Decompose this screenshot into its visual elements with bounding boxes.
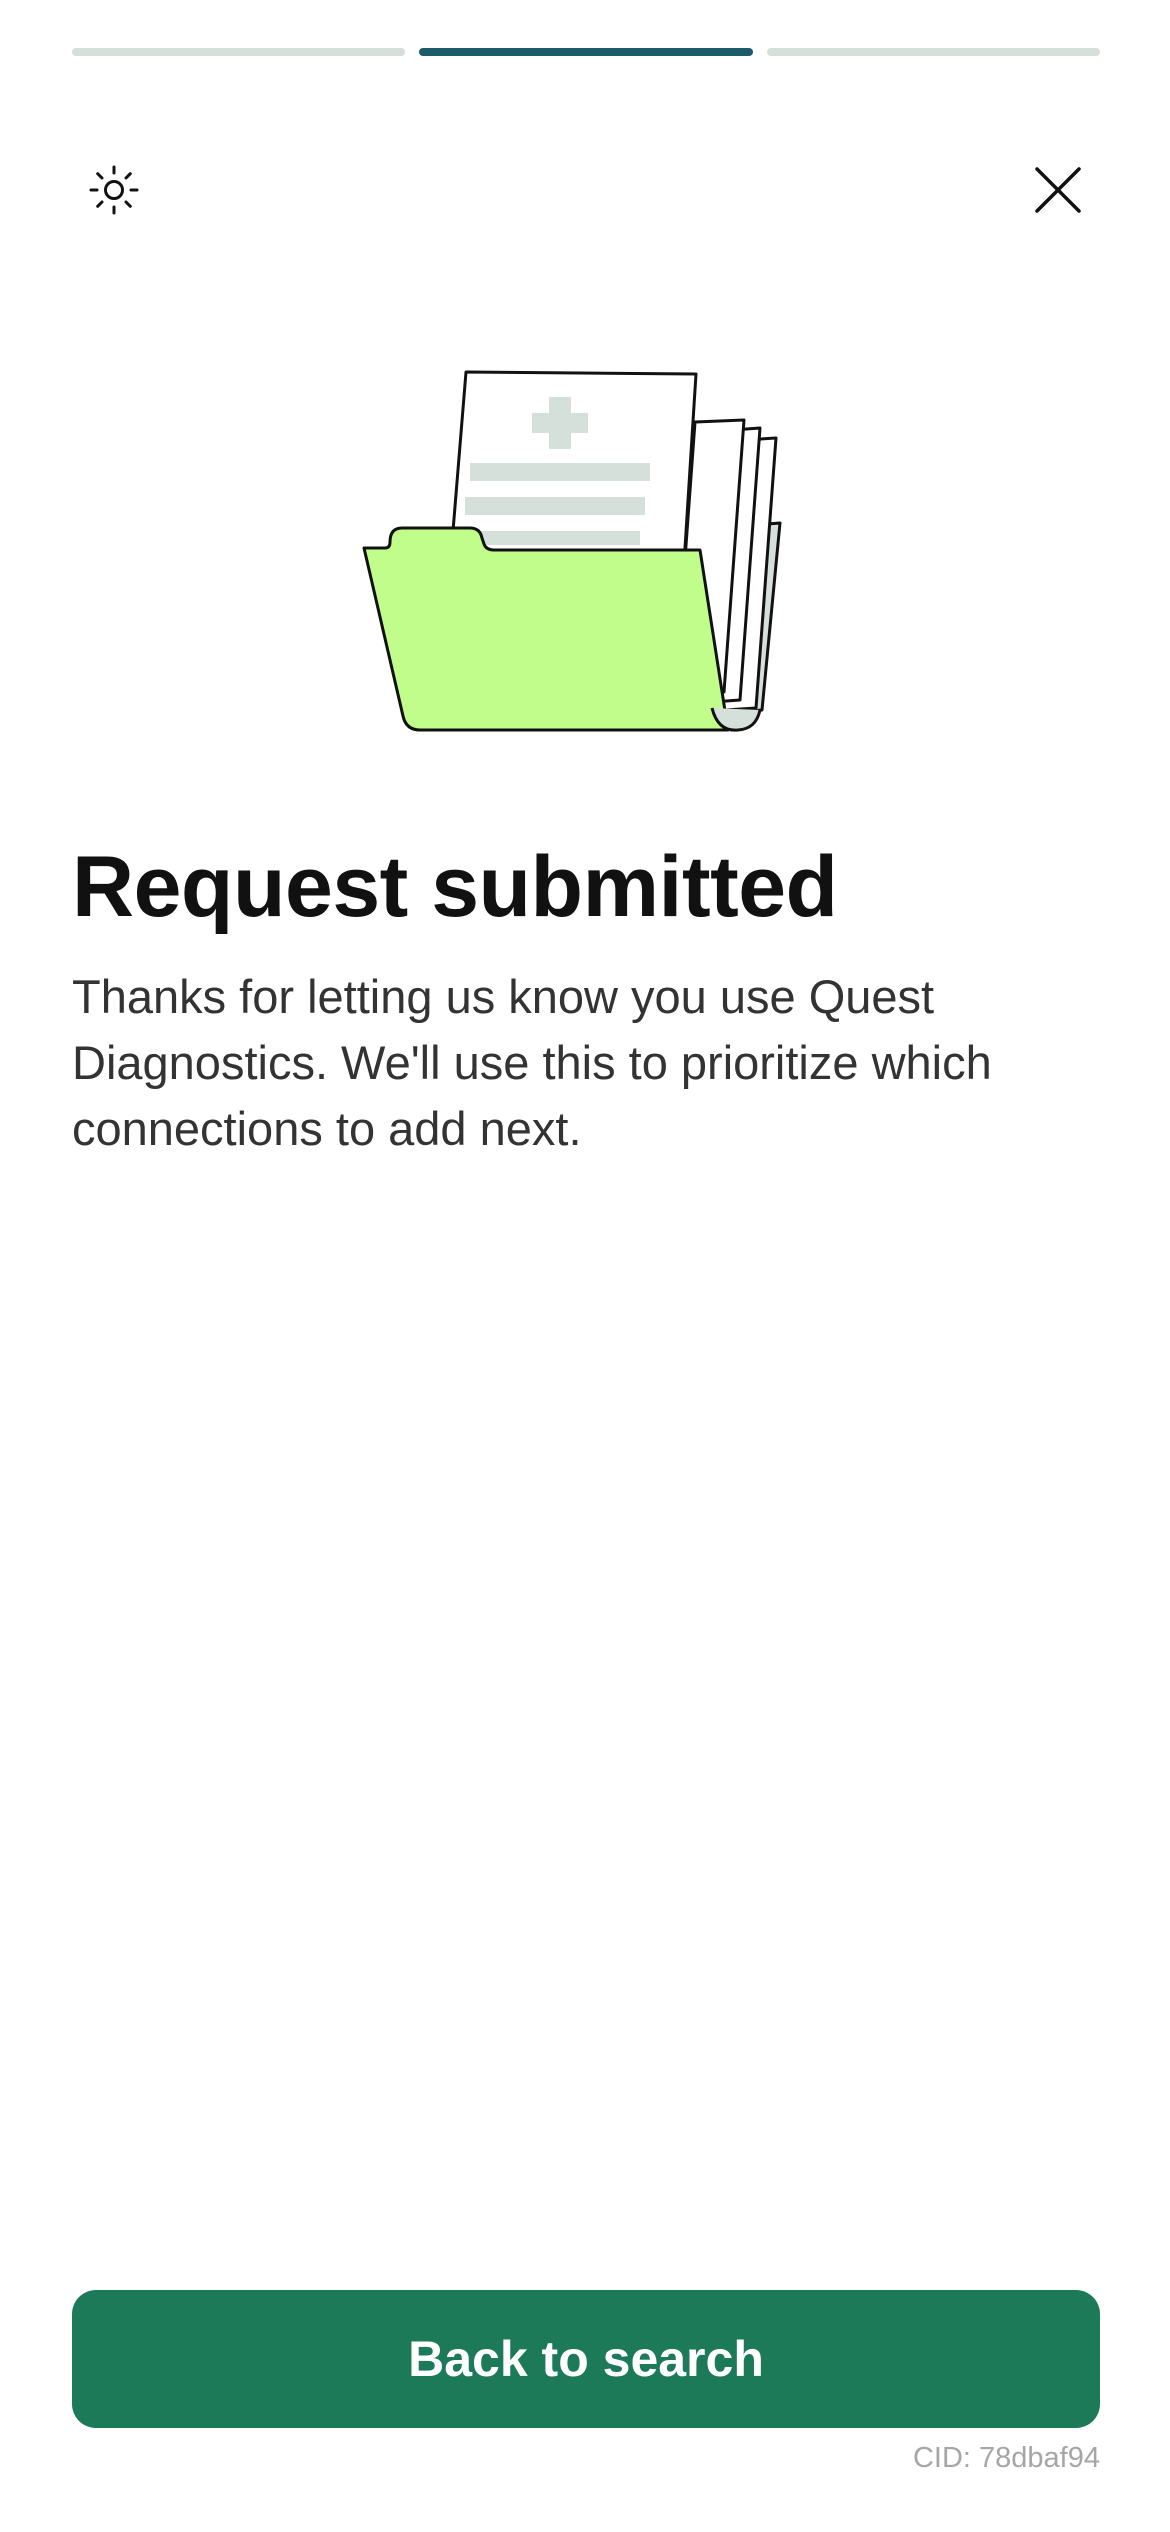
- theme-toggle-button[interactable]: [74, 150, 154, 230]
- step-progress-bar: [72, 48, 1100, 56]
- sun-icon: [89, 165, 139, 215]
- progress-step-2-active: [419, 48, 753, 56]
- back-to-search-button[interactable]: Back to search: [72, 2290, 1100, 2428]
- medical-records-folder-illustration: [362, 370, 782, 732]
- close-icon: [1035, 167, 1081, 213]
- confirmation-message: Thanks for letting us know you use Quest…: [72, 970, 992, 1155]
- cid-label: CID: 78dbaf94: [912, 2442, 1100, 2474]
- progress-step-1: [72, 48, 406, 56]
- page-title: Request submitted: [72, 839, 838, 935]
- close-button[interactable]: [1018, 150, 1098, 230]
- progress-step-3: [766, 48, 1100, 56]
